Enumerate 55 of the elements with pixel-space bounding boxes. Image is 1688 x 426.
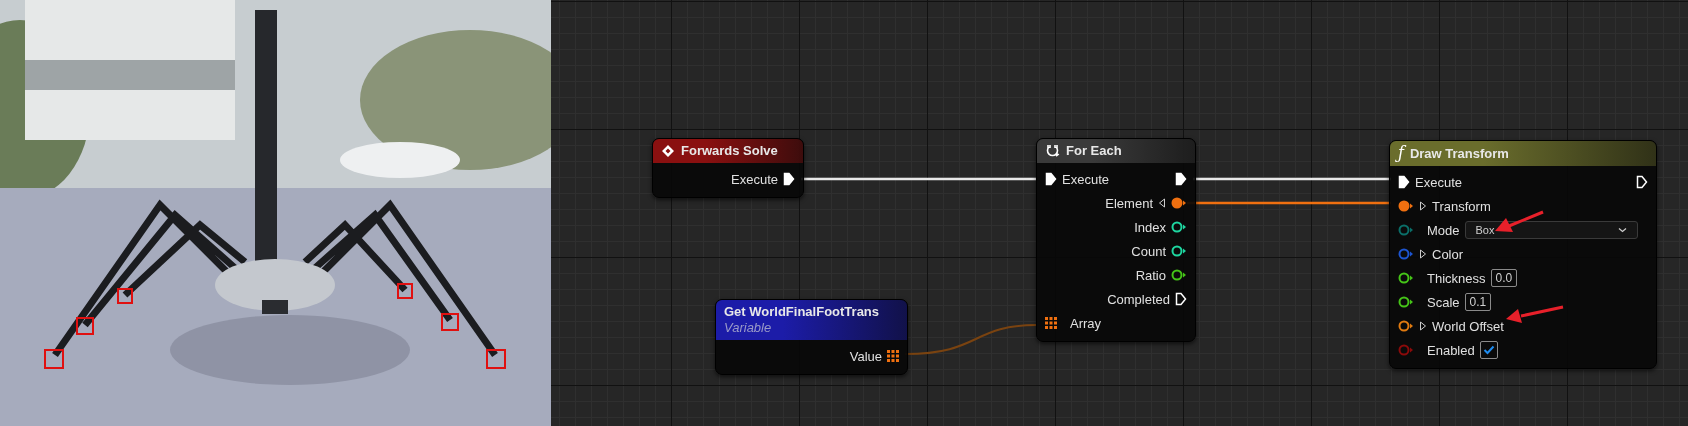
pin-icon[interactable] [1398, 200, 1414, 212]
enabled-checkbox[interactable] [1479, 341, 1498, 359]
pin-icon[interactable] [1171, 269, 1187, 281]
exec-pin-icon[interactable] [1175, 172, 1187, 186]
node-title: Draw Transform [1409, 145, 1509, 161]
graph-node[interactable]: ƒ Draw Transform Execute Transform Mode Box Color Thickness 0.0 Scale 0.1 World Offset Enabled [1389, 140, 1657, 369]
graph-node[interactable]: Get WorldFinalFootTrans Variable Value [715, 299, 908, 375]
expand-icon[interactable] [1419, 201, 1427, 211]
pin-label: Color [1432, 246, 1464, 262]
pin-icon[interactable] [1398, 320, 1414, 332]
expand-icon[interactable] [1419, 321, 1427, 331]
graph-node[interactable]: Forwards Solve Execute [652, 138, 804, 198]
pin-label: Execute [1062, 171, 1109, 187]
number-field[interactable]: 0.1 [1464, 293, 1492, 311]
pin-label: Mode [1427, 222, 1460, 238]
array-pin-icon[interactable] [1045, 317, 1057, 329]
exec-pin-icon[interactable] [783, 172, 795, 186]
number-field[interactable]: 0.0 [1490, 269, 1518, 287]
pin-icon[interactable] [1171, 245, 1187, 257]
chevron-down-icon [1618, 227, 1627, 233]
expand-icon[interactable] [1419, 249, 1427, 259]
pin-label: Thickness [1427, 270, 1486, 286]
pin-label: Scale [1427, 294, 1460, 310]
annotation-arrow [1506, 305, 1564, 323]
annotation-arrow [1495, 210, 1544, 232]
pin-label: Index [1134, 219, 1166, 235]
array-pin-icon[interactable] [887, 350, 899, 362]
pin-label: Array [1070, 315, 1102, 331]
graph-node[interactable]: For Each Execute Element Index Count Ratio Completed Array [1036, 138, 1196, 342]
exec-pin-icon[interactable] [1398, 175, 1410, 189]
node-title: Get WorldFinalFootTrans [724, 304, 880, 319]
pin-label: Transform [1432, 198, 1491, 214]
node-title: Forwards Solve [681, 143, 778, 158]
pin-label: Ratio [1135, 267, 1166, 283]
exec-pin-icon[interactable] [1045, 172, 1057, 186]
mode-dropdown[interactable]: Box [1464, 221, 1638, 239]
pin-icon[interactable] [1171, 221, 1187, 233]
pin-label: World Offset [1432, 318, 1504, 334]
exec-pin-icon[interactable] [1175, 292, 1187, 306]
pin-icon[interactable] [1398, 272, 1414, 284]
pin-icon[interactable] [1171, 197, 1187, 209]
pin-label: Execute [731, 171, 778, 187]
pin-icon[interactable] [1398, 296, 1414, 308]
pin-label: Value [849, 348, 882, 364]
node-title: For Each [1066, 143, 1122, 158]
diamond-icon [661, 143, 675, 158]
expand-icon[interactable] [1158, 198, 1166, 208]
exec-pin-icon[interactable] [1636, 175, 1648, 189]
pin-label: Enabled [1427, 342, 1475, 358]
pin-label: Execute [1415, 174, 1462, 190]
node-subtitle: Variable [724, 320, 773, 335]
pin-label: Completed [1107, 291, 1170, 307]
pin-label: Count [1131, 243, 1166, 259]
loop-icon [1045, 143, 1060, 158]
pin-label: Element [1105, 195, 1153, 211]
